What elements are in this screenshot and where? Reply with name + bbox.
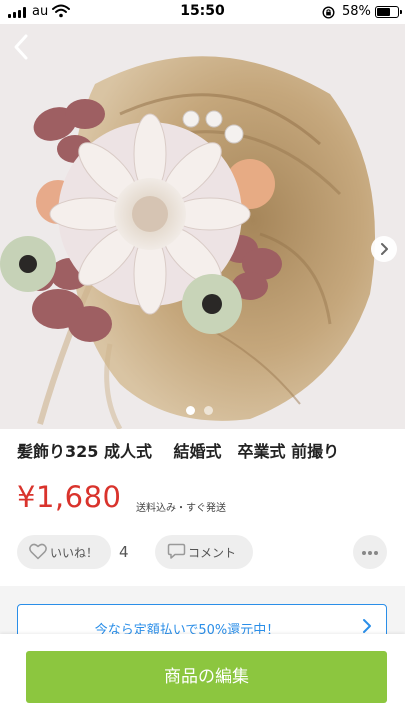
comment-label: コメント <box>188 546 237 560</box>
product-title: 髪飾り325 成人式 結婚式 卒業式 前撮り <box>17 442 340 461</box>
product-price: ¥1,680 <box>17 480 122 514</box>
comment-icon <box>167 543 186 559</box>
pagination-dot-active[interactable] <box>186 406 195 415</box>
product-detail-page: au 15:50 58% 髪飾り325 成人式 結婚式 卒業式 前撮り ¥1,6… <box>0 0 405 720</box>
shipping-info: 送料込み・すぐ発送 <box>136 503 226 514</box>
heart-icon <box>29 543 47 560</box>
gallery-pagination <box>186 406 226 416</box>
hair-ornament-photo <box>0 24 405 429</box>
battery-icon <box>375 6 402 18</box>
edit-item-button[interactable]: 商品の編集 <box>26 651 387 703</box>
pagination-dot[interactable] <box>204 406 213 415</box>
next-chevron-icon[interactable] <box>371 236 397 262</box>
battery-percent: 58% <box>342 4 371 19</box>
chevron-right-icon <box>363 619 371 633</box>
orientation-lock-icon <box>322 6 335 19</box>
comment-button[interactable]: コメント <box>155 535 253 569</box>
battery-fill <box>377 8 390 16</box>
like-label: いいね！ <box>50 546 99 560</box>
like-button[interactable]: いいね！ <box>17 535 111 569</box>
product-image[interactable] <box>0 24 405 429</box>
like-count: 4 <box>119 543 129 561</box>
status-bar: au 15:50 58% <box>0 0 405 24</box>
more-icon[interactable] <box>353 535 387 569</box>
bottom-action-bar: 商品の編集 <box>0 634 405 720</box>
back-chevron-icon[interactable] <box>8 32 34 62</box>
